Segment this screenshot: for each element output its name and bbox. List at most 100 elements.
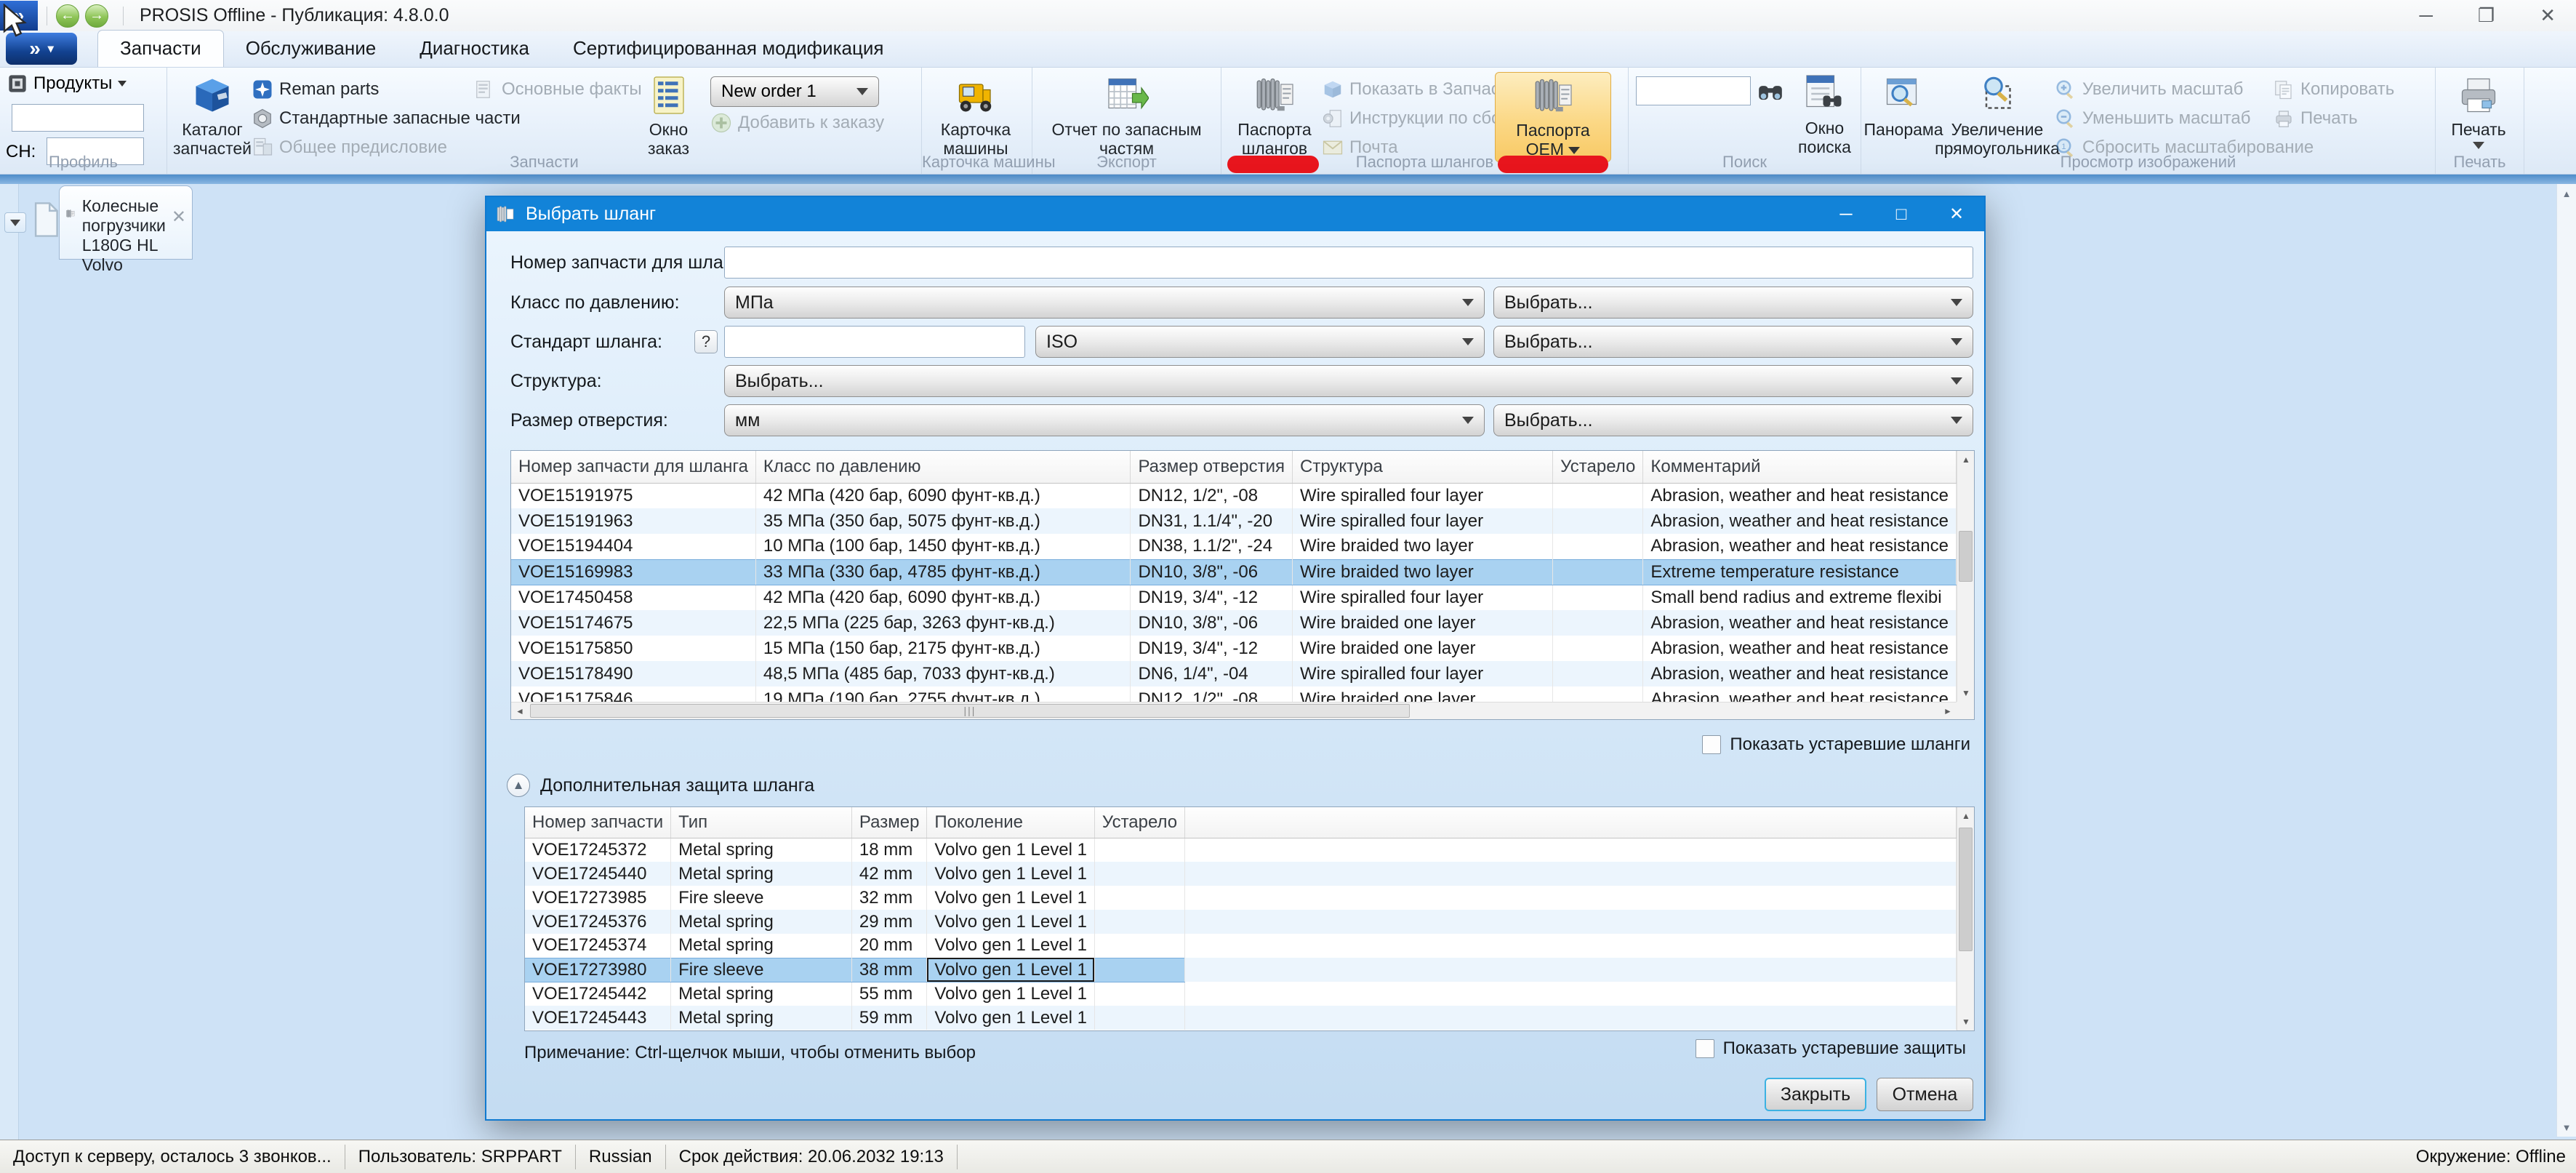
pressure-unit-select[interactable]: МПа — [724, 287, 1485, 319]
cell[interactable]: Wire braided one layer — [1293, 610, 1553, 636]
print-button[interactable]: Печать — [2441, 72, 2516, 149]
column-header[interactable]: Устарело — [1094, 807, 1184, 838]
minimize-button[interactable]: ─ — [2419, 4, 2432, 27]
cell[interactable]: Volvo gen 1 Level 1 — [927, 862, 1095, 886]
assembly-instructions-button[interactable]: Инструкции по сборке — [1322, 105, 1495, 132]
size-unit-select[interactable]: мм — [724, 404, 1485, 436]
table-row[interactable]: VOE1516998333 МПа (330 бар, 4785 фунт-кв… — [511, 559, 1957, 585]
table-row[interactable]: VOE17273980Fire sleeve38 mmVolvo gen 1 L… — [525, 958, 1957, 982]
cell[interactable]: 38 mm — [851, 958, 927, 982]
hose-standard-input[interactable] — [724, 326, 1025, 358]
column-header[interactable]: Устарело — [1553, 451, 1643, 483]
size-filter-select[interactable]: Выбрать... — [1493, 404, 1973, 436]
cell[interactable]: Wire spiralled four layer — [1293, 661, 1553, 686]
scrollbar-thumb[interactable] — [1959, 828, 1973, 951]
scroll-down-icon[interactable]: ▼ — [2557, 1118, 2576, 1137]
cell[interactable]: Abrasion, weather and heat resistance — [1643, 610, 1957, 636]
cell[interactable]: 29 mm — [851, 910, 927, 934]
hose-table-horizontal-scrollbar[interactable]: ◄ ► ||| — [511, 702, 1957, 719]
standard-parts-button[interactable]: Стандартные запасные части — [252, 105, 474, 132]
order-select[interactable]: New order 1 — [710, 76, 879, 107]
cell[interactable]: Metal spring — [671, 1006, 852, 1030]
scrollbar-thumb[interactable] — [1959, 531, 1973, 582]
cell[interactable]: 22,5 МПа (225 бар, 3263 фунт-кв.д.) — [755, 610, 1131, 636]
cell[interactable]: Wire spiralled four layer — [1293, 483, 1553, 508]
cell[interactable]: VOE15174675 — [511, 610, 755, 636]
standard-filter-select[interactable]: Выбрать... — [1493, 326, 1973, 358]
products-dropdown[interactable]: Продукты — [7, 73, 127, 94]
cell[interactable] — [1094, 958, 1184, 982]
cell[interactable] — [1553, 636, 1643, 661]
tab-list-dropdown-button[interactable] — [4, 212, 26, 233]
help-button[interactable]: ? — [694, 330, 718, 353]
tab-close-icon[interactable]: ✕ — [172, 207, 186, 228]
scroll-up-icon[interactable]: ▲ — [1957, 451, 1975, 468]
column-header[interactable]: Размер отверстия — [1131, 451, 1293, 483]
cell[interactable]: Wire spiralled four layer — [1293, 508, 1553, 534]
cell[interactable]: VOE17245374 — [525, 934, 671, 958]
cell[interactable]: Fire sleeve — [671, 886, 852, 910]
search-input[interactable] — [1636, 76, 1751, 105]
close-button[interactable]: ✕ — [2540, 4, 2556, 27]
cell[interactable]: Metal spring — [671, 910, 852, 934]
cell[interactable]: Abrasion, weather and heat resistance — [1643, 508, 1957, 534]
tab-parts[interactable]: Запчасти — [97, 30, 224, 67]
cell[interactable] — [1553, 686, 1643, 702]
table-row[interactable]: VOE17245374Metal spring20 mmVolvo gen 1 … — [525, 934, 1957, 958]
reman-parts-button[interactable]: Reman parts — [252, 76, 474, 103]
cell[interactable]: Volvo gen 1 Level 1 — [927, 910, 1095, 934]
cell[interactable]: 19 МПа (190 бар, 2755 фунт-кв.д.) — [755, 686, 1131, 702]
cell[interactable]: Metal spring — [671, 982, 852, 1006]
cell[interactable]: Small bend radius and extreme flexibi — [1643, 585, 1957, 610]
cell[interactable]: 32 mm — [851, 886, 927, 910]
show-obsolete-hoses-checkbox[interactable] — [1702, 735, 1721, 754]
table-row[interactable]: VOE1517585015 МПа (150 бар, 2175 фунт-кв… — [511, 636, 1957, 661]
show-in-parts-button[interactable]: Показать в Запчастях — [1322, 76, 1495, 103]
table-row[interactable]: VOE17245443Metal spring59 mmVolvo gen 1 … — [525, 1006, 1957, 1030]
cell[interactable]: DN12, 1/2", -08 — [1131, 686, 1293, 702]
cell[interactable]: 18 mm — [851, 838, 927, 862]
cell[interactable]: Abrasion, weather and heat resistance — [1643, 483, 1957, 508]
standard-unit-select[interactable]: ISO — [1035, 326, 1485, 358]
scroll-down-icon[interactable]: ▼ — [1957, 1013, 1975, 1030]
cell[interactable]: VOE15178490 — [511, 661, 755, 686]
scroll-right-icon[interactable]: ► — [1939, 702, 1957, 720]
cell[interactable]: DN38, 1.1/2", -24 — [1131, 534, 1293, 559]
close-dialog-button[interactable]: Закрыть — [1765, 1078, 1866, 1111]
dialog-maximize-button[interactable]: □ — [1874, 204, 1929, 225]
cell[interactable]: VOE17450458 — [511, 585, 755, 610]
cell[interactable]: Metal spring — [671, 934, 852, 958]
cell[interactable]: VOE15191975 — [511, 483, 755, 508]
pressure-filter-select[interactable]: Выбрать... — [1493, 287, 1973, 319]
structure-select[interactable]: Выбрать... — [724, 365, 1973, 397]
cell[interactable]: DN6, 1/4", -04 — [1131, 661, 1293, 686]
cell[interactable] — [1553, 534, 1643, 559]
scroll-up-icon[interactable]: ▲ — [2557, 184, 2576, 203]
column-header[interactable]: Тип — [671, 807, 852, 838]
print-small-button[interactable]: Печать — [2273, 105, 2404, 132]
hose-passports-button[interactable]: Паспорта шлангов — [1227, 72, 1322, 158]
show-obsolete-protections-checkbox[interactable] — [1696, 1039, 1714, 1058]
cell[interactable]: DN19, 3/4", -12 — [1131, 636, 1293, 661]
dialog-title-bar[interactable]: Выбрать шланг ─ □ ✕ — [486, 197, 1984, 231]
dialog-close-button[interactable]: ✕ — [1929, 204, 1984, 225]
cell[interactable]: VOE17273980 — [525, 958, 671, 982]
column-header[interactable]: Размер — [851, 807, 927, 838]
tab-certified-modification[interactable]: Сертифицированная модификация — [551, 31, 906, 67]
table-row[interactable]: VOE17245372Metal spring18 mmVolvo gen 1 … — [525, 838, 1957, 862]
cell[interactable]: Abrasion, weather and heat resistance — [1643, 636, 1957, 661]
cell[interactable]: Volvo gen 1 Level 1 — [927, 1006, 1095, 1030]
spare-parts-report-button[interactable]: Отчет по запасным частям — [1047, 72, 1207, 158]
cell[interactable]: VOE15169983 — [511, 559, 755, 585]
cell[interactable]: 15 МПа (150 бар, 2175 фунт-кв.д.) — [755, 636, 1131, 661]
cell[interactable]: Volvo gen 1 Level 1 — [927, 982, 1095, 1006]
table-row[interactable]: VOE1519197542 МПа (420 бар, 6090 фунт-кв… — [511, 483, 1957, 508]
cell[interactable] — [1553, 661, 1643, 686]
scroll-up-icon[interactable]: ▲ — [1957, 807, 1975, 825]
table-row[interactable]: VOE1745045842 МПа (420 бар, 6090 фунт-кв… — [511, 585, 1957, 610]
table-row[interactable]: VOE17273985Fire sleeve32 mmVolvo gen 1 L… — [525, 886, 1957, 910]
copy-button[interactable]: Копировать — [2273, 76, 2404, 103]
column-header[interactable]: Номер запчасти — [525, 807, 671, 838]
cell[interactable]: 10 МПа (100 бар, 1450 фунт-кв.д.) — [755, 534, 1131, 559]
forward-button[interactable]: → — [85, 4, 108, 28]
